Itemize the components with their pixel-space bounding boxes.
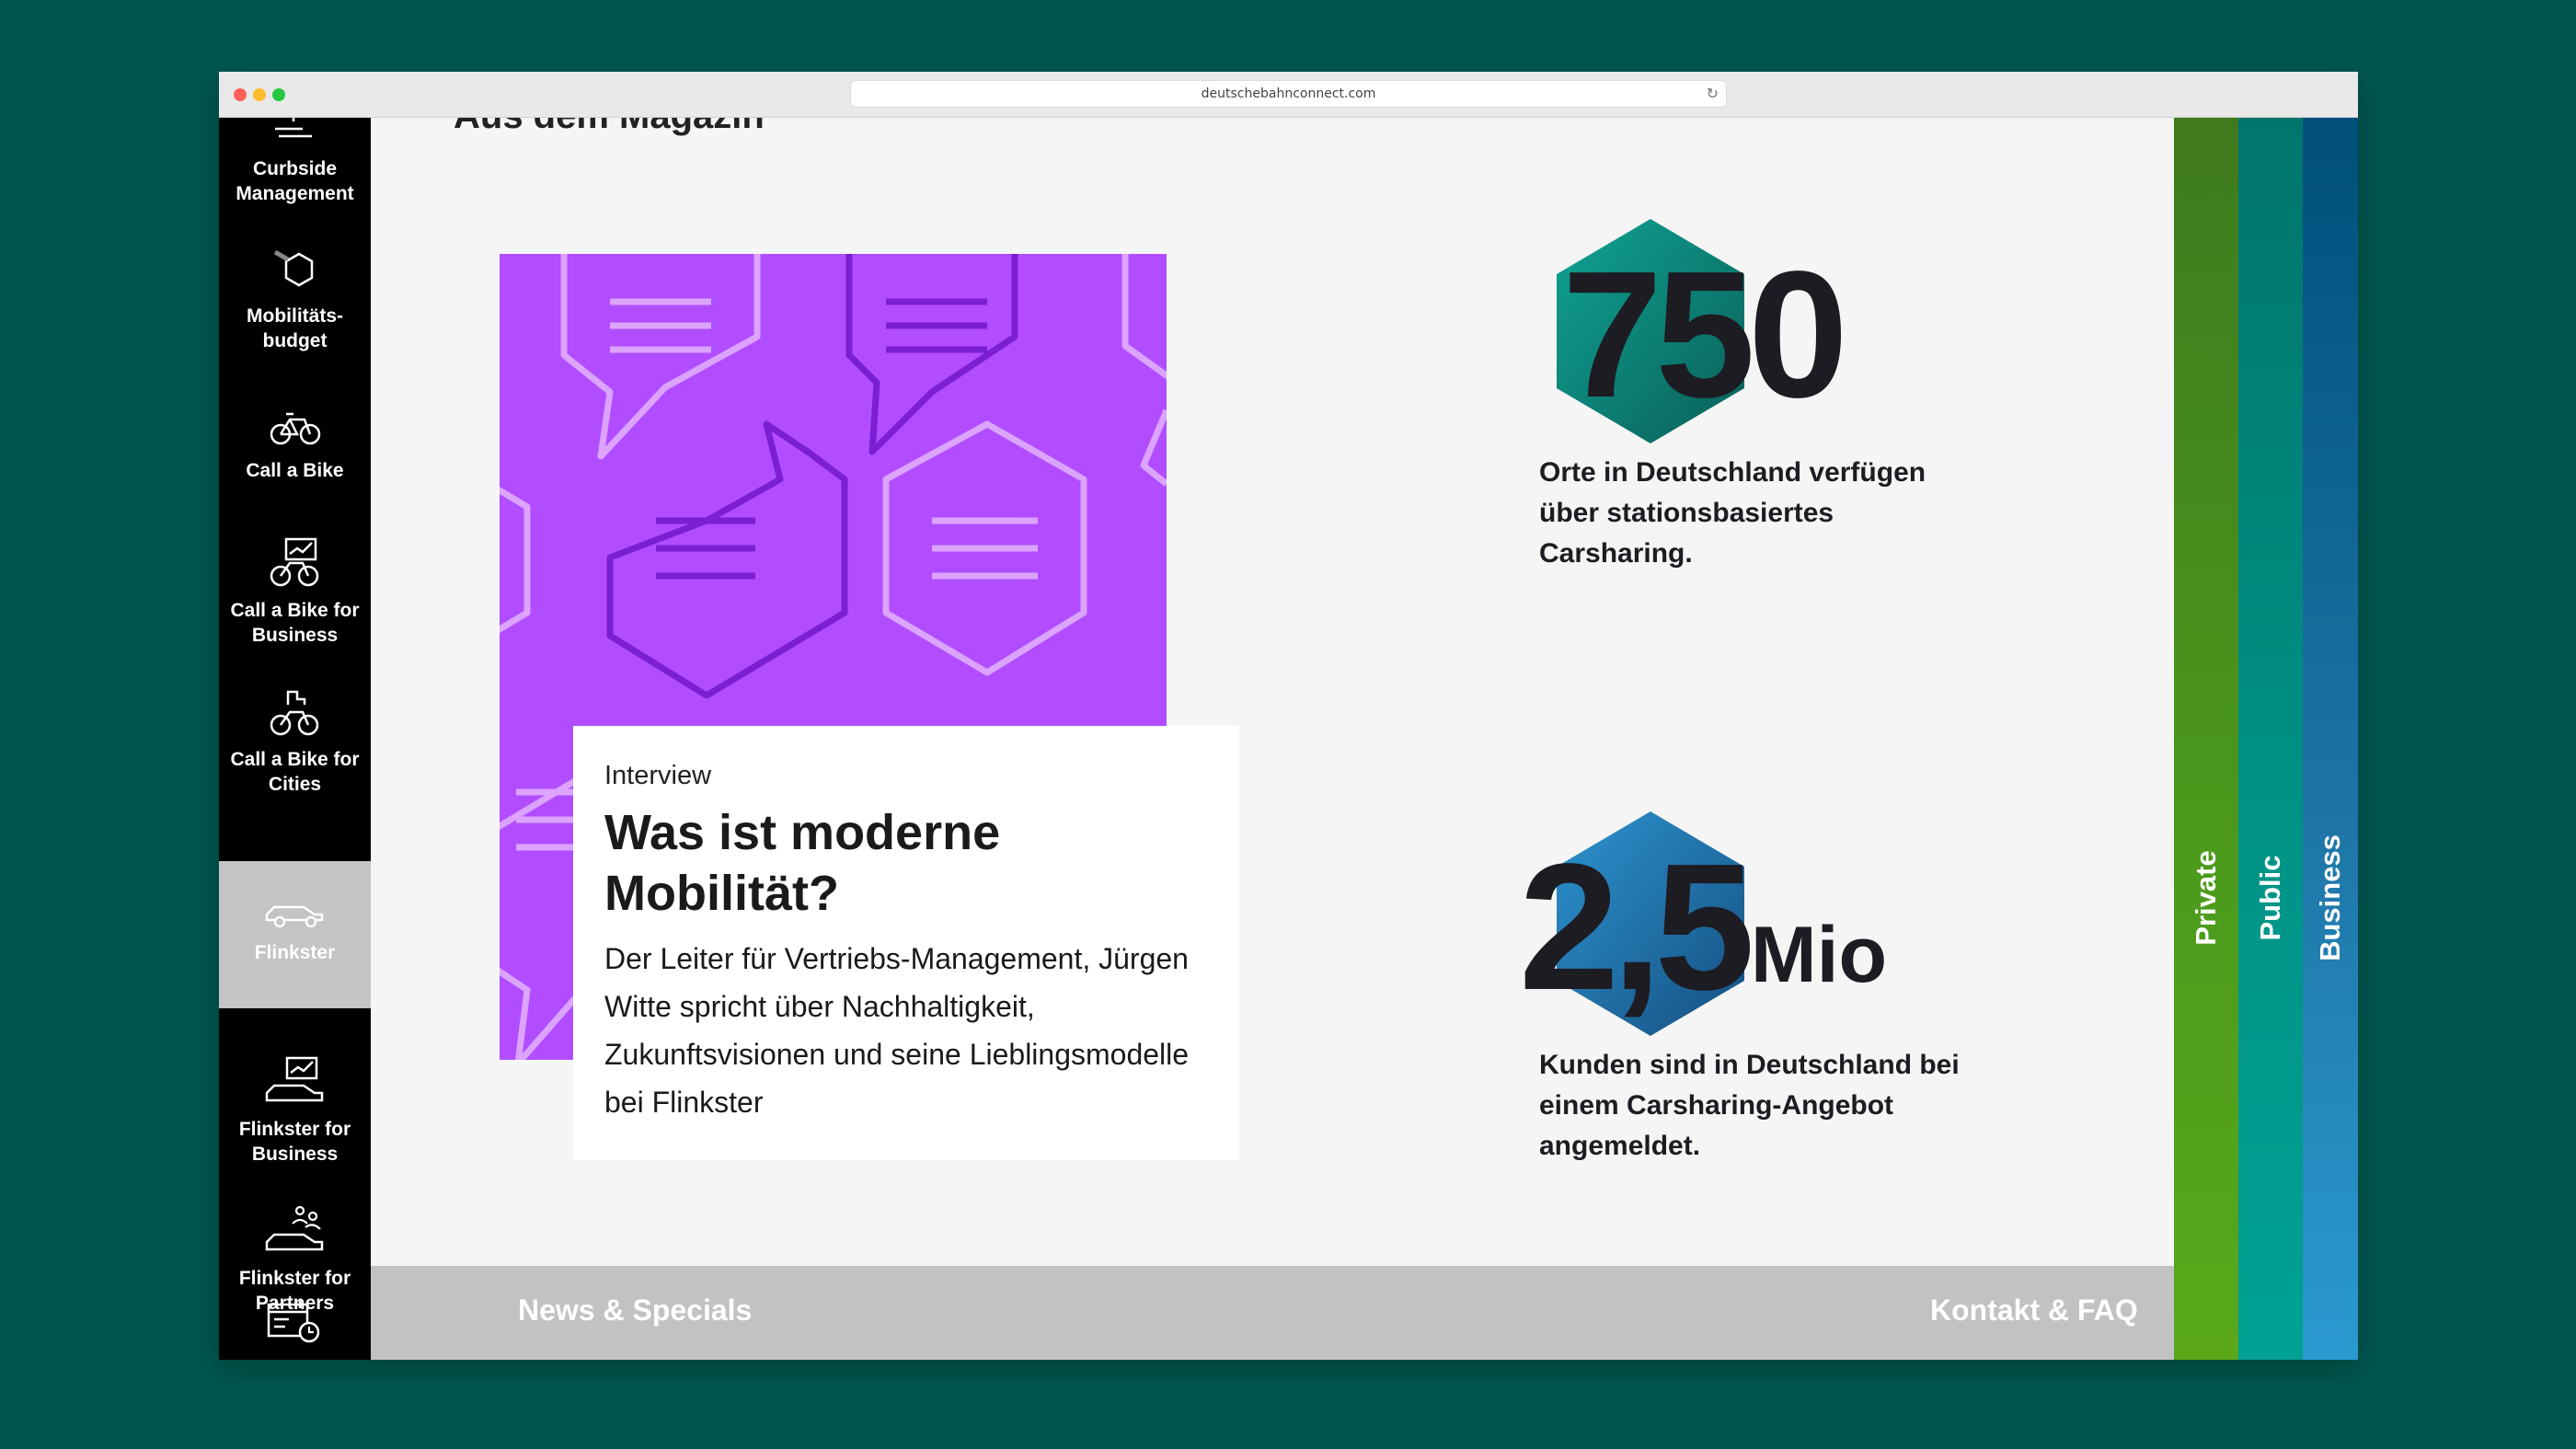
tab-public[interactable]: Public xyxy=(2238,118,2303,1360)
reload-icon[interactable]: ↻ xyxy=(1707,81,1719,107)
sidebar-item-call-a-bike[interactable]: Call a Bike xyxy=(219,407,371,483)
sidebar-item-flinkster[interactable]: Flinkster xyxy=(219,861,371,1008)
page-viewport: Curbside Management Mobilitäts- budget C… xyxy=(219,118,2358,1360)
article-card[interactable]: Interview Was ist moderne Mobilität? Der… xyxy=(573,726,1239,1160)
browser-window: deutschebahnconnect.com ↻ Curbside Manag… xyxy=(219,72,2358,1360)
tab-business[interactable]: Business xyxy=(2303,118,2358,1360)
tab-private-label: Private xyxy=(2190,850,2222,946)
footer-bar: News & Specials Kontakt & FAQ xyxy=(371,1266,2174,1360)
section-heading: Aus dem Magazin xyxy=(454,118,765,137)
main-content: Aus dem Magazin xyxy=(371,118,2174,1360)
hexagon-icon xyxy=(273,249,313,287)
close-window-button[interactable] xyxy=(234,88,247,101)
stat-description-customers: Kunden sind in Deutschland bei einem Car… xyxy=(1539,1050,1960,1161)
calendar-clock-icon xyxy=(267,1301,319,1343)
stat-locations: 750 Orte in Deutschland verfügen über st… xyxy=(1539,217,2054,696)
sidebar-item-mobilitaetsbudget[interactable]: Mobilitäts- budget xyxy=(219,248,371,353)
bike-cities-icon xyxy=(270,690,318,736)
car-partners-icon xyxy=(265,1205,323,1251)
stat-customers: 2,5 Mio Kunden sind in Deutschland bei e… xyxy=(1519,810,2054,1288)
stat-number-customers: 2,5 xyxy=(1519,826,1754,1028)
footer-link-kontakt-faq[interactable]: Kontakt & FAQ xyxy=(1930,1294,2138,1328)
stat-description-locations: Orte in Deutschland verfügen über statio… xyxy=(1539,457,1926,569)
article-kicker: Interview xyxy=(604,761,712,790)
article-teaser: Der Leiter für Vertriebs-Management, Jür… xyxy=(604,942,1190,1119)
address-bar[interactable]: deutschebahnconnect.com ↻ xyxy=(850,80,1727,108)
car-business-icon xyxy=(265,1056,323,1102)
url-text: deutschebahnconnect.com xyxy=(1201,86,1376,101)
stat-unit-customers: Mio xyxy=(1751,911,1888,999)
stat-number-locations: 750 xyxy=(1562,234,1848,435)
sidebar-item-scheduling[interactable] xyxy=(219,1299,371,1354)
footer-link-news-specials[interactable]: News & Specials xyxy=(518,1294,752,1328)
car-icon xyxy=(265,905,323,928)
sidebar-item-curbside-management[interactable]: Curbside Management xyxy=(219,118,371,206)
article-title[interactable]: Was ist moderne Mobilität? xyxy=(604,802,1208,924)
bike-business-icon xyxy=(270,537,318,587)
bike-icon xyxy=(270,412,320,445)
sidebar-item-call-a-bike-cities[interactable]: Call a Bike for Cities xyxy=(219,686,371,797)
sidebar-item-flinkster-business[interactable]: Flinkster for Business xyxy=(219,1056,371,1167)
browser-titlebar: deutschebahnconnect.com ↻ xyxy=(219,72,2358,118)
sidebar-item-call-a-bike-business[interactable]: Call a Bike for Business xyxy=(219,537,371,648)
maximize-window-button[interactable] xyxy=(272,88,285,101)
minimize-window-button[interactable] xyxy=(253,88,266,101)
tab-private[interactable]: Private xyxy=(2174,118,2238,1360)
tab-public-label: Public xyxy=(2254,855,2286,941)
tab-business-label: Business xyxy=(2314,834,2346,961)
sidebar: Curbside Management Mobilitäts- budget C… xyxy=(219,118,371,1360)
curbside-icon xyxy=(274,118,312,138)
